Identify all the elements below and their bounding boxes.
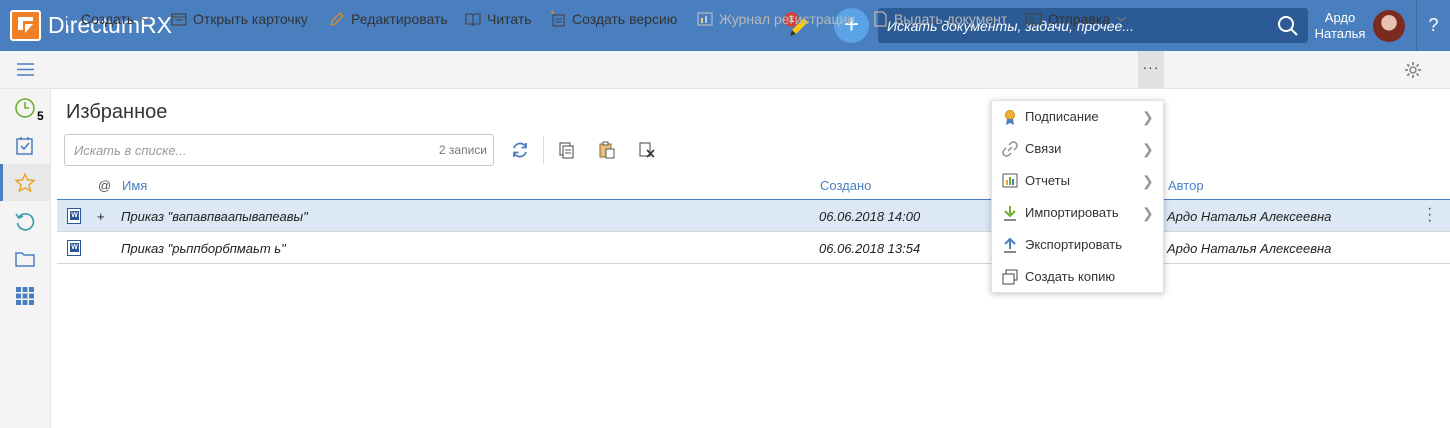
- nav-item-folders[interactable]: [0, 240, 51, 276]
- page-title: Избранное: [66, 101, 168, 123]
- task-check-icon: [16, 137, 33, 155]
- column-header-name[interactable]: Имя: [122, 178, 147, 193]
- send-button[interactable]: Отправка: [1025, 0, 1127, 38]
- list-search-input[interactable]: [65, 135, 415, 165]
- record-count: 2 записи: [438, 143, 487, 157]
- pencil-icon: [330, 12, 344, 26]
- paste-icon[interactable]: [598, 141, 616, 159]
- copy-icon: [1002, 269, 1018, 285]
- journal-icon: [697, 12, 713, 26]
- issue-document-button[interactable]: Выдать документ: [873, 0, 1007, 38]
- row-name: Приказ "рьппборбпмаьт ь": [121, 241, 286, 256]
- chevron-down-icon: [140, 16, 151, 22]
- row-name: Приказ "вапавпваапывапеавы": [121, 209, 308, 224]
- column-header-author[interactable]: Автор: [1168, 178, 1204, 193]
- hamburger-menu-icon[interactable]: [17, 63, 34, 76]
- chevron-right-icon: ❯: [1142, 173, 1154, 189]
- more-actions-menu: Подписание ❯ Связи ❯ Отчеты ❯ Импортиров…: [991, 100, 1164, 293]
- chevron-right-icon: ❯: [1142, 205, 1154, 221]
- more-actions-button[interactable]: ···: [1138, 51, 1164, 89]
- row-created: 06.06.2018 14:00: [819, 209, 921, 224]
- avatar[interactable]: [1373, 10, 1405, 42]
- menu-item-create-copy[interactable]: Создать копию: [992, 261, 1165, 293]
- import-icon: [1004, 206, 1016, 221]
- gear-icon[interactable]: [1404, 61, 1422, 79]
- report-icon: [1002, 173, 1018, 188]
- column-header-at[interactable]: @: [98, 178, 111, 193]
- book-icon: [465, 12, 481, 26]
- create-version-button[interactable]: Создать версию: [549, 0, 677, 38]
- directum-logo-icon[interactable]: [10, 10, 41, 41]
- star-icon: [14, 172, 36, 193]
- nav-item-history[interactable]: [0, 203, 51, 239]
- refresh-icon[interactable]: [510, 140, 530, 160]
- word-document-icon: [67, 240, 81, 256]
- help-button[interactable]: ?: [1416, 0, 1450, 51]
- menu-item-import[interactable]: Импортировать ❯: [992, 197, 1165, 229]
- nav-item-tasks[interactable]: [0, 127, 51, 163]
- chevron-down-icon: [1116, 16, 1127, 22]
- menu-item-reports[interactable]: Отчеты ❯: [992, 165, 1165, 197]
- table-row[interactable]: Приказ "рьппборбпмаьт ь" 06.06.2018 13:5…: [57, 232, 1450, 264]
- signature-icon: [1005, 110, 1015, 125]
- word-document-icon: [67, 208, 81, 224]
- menu-item-links[interactable]: Связи ❯: [992, 133, 1165, 165]
- row-divider: [57, 263, 1450, 264]
- chevron-right-icon: ❯: [1142, 109, 1154, 125]
- read-button[interactable]: Читать: [465, 0, 532, 38]
- card-icon: [171, 12, 187, 26]
- column-header-created[interactable]: Создано: [820, 178, 871, 193]
- apps-grid-icon: [16, 287, 34, 305]
- open-card-button[interactable]: Открыть карточку: [171, 0, 308, 38]
- row-author: Ардо Наталья Алексеевна: [1167, 209, 1332, 224]
- plus-icon: [62, 13, 74, 25]
- folder-icon: [15, 252, 35, 267]
- command-toolbar: [0, 51, 1450, 89]
- row-expand-toggle[interactable]: +: [97, 209, 105, 224]
- nav-item-favorites[interactable]: [0, 164, 51, 201]
- issue-doc-icon: [874, 11, 887, 27]
- link-icon: [1002, 141, 1018, 157]
- menu-item-signing[interactable]: Подписание ❯: [992, 101, 1165, 133]
- menu-item-export[interactable]: Экспортировать: [992, 229, 1165, 261]
- create-button[interactable]: Создать: [61, 0, 151, 38]
- nav-item-apps[interactable]: [0, 277, 51, 313]
- row-more-icon[interactable]: · · ·: [1427, 201, 1432, 229]
- search-icon[interactable]: [1276, 14, 1300, 38]
- list-search: 2 записи: [64, 134, 494, 166]
- registration-log-button[interactable]: Журнал регистрации: [697, 0, 855, 38]
- edit-button[interactable]: Редактировать: [329, 0, 448, 38]
- send-icon: [1025, 13, 1042, 25]
- remove-from-list-icon[interactable]: [638, 141, 656, 159]
- nav-count-badge: 5: [37, 109, 44, 123]
- clock-icon: [15, 98, 35, 118]
- version-icon: [551, 11, 565, 27]
- user-name[interactable]: Ардо Наталья: [1312, 10, 1368, 42]
- table-row[interactable]: + Приказ "вапавпваапывапеавы" 06.06.2018…: [57, 200, 1450, 232]
- row-created: 06.06.2018 13:54: [819, 241, 921, 256]
- history-icon: [15, 212, 35, 231]
- toolbar-divider: [543, 136, 544, 164]
- chevron-right-icon: ❯: [1142, 141, 1154, 157]
- copy-list-icon[interactable]: [558, 141, 576, 159]
- row-author: Ардо Наталья Алексеевна: [1167, 241, 1332, 256]
- nav-item-recent-tasks[interactable]: 5: [0, 89, 51, 125]
- export-icon: [1004, 237, 1016, 253]
